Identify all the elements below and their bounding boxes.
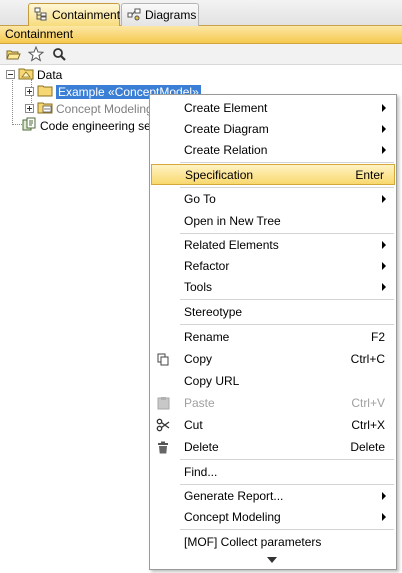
menu-item-generate-report[interactable]: Generate Report... xyxy=(151,485,395,506)
submenu-arrow-icon xyxy=(382,195,386,203)
tab-label: Diagrams xyxy=(145,8,197,22)
diagrams-icon xyxy=(127,7,141,24)
menu-item-shortcut: Delete xyxy=(350,439,385,454)
menu-item-concept-modeling[interactable]: Concept Modeling xyxy=(151,506,395,527)
submenu-arrow-icon xyxy=(382,125,386,133)
menu-separator xyxy=(180,299,394,300)
tree-item-concept-modeling-profile[interactable]: Concept Modeling I xyxy=(25,100,159,117)
menu-separator xyxy=(180,162,394,163)
menu-separator xyxy=(180,324,394,325)
search-icon[interactable] xyxy=(51,46,67,62)
tree-item-data[interactable]: Data xyxy=(6,66,62,83)
package-icon xyxy=(37,84,53,100)
code-engineering-icon xyxy=(22,117,37,134)
delete-icon xyxy=(155,439,171,455)
tab-containment[interactable]: Containment xyxy=(28,3,120,26)
menu-item-label: Tools xyxy=(184,279,213,294)
tab-label: Containment xyxy=(52,8,121,22)
menu-item-rename[interactable]: Rename F2 xyxy=(151,326,395,347)
containment-tree-icon xyxy=(34,7,48,24)
tree-item-label: Data xyxy=(37,67,63,82)
submenu-arrow-icon xyxy=(382,283,386,291)
menu-item-label: Specification xyxy=(185,167,254,182)
toolbar xyxy=(0,44,402,65)
menu-item-label: Open in New Tree xyxy=(184,213,281,228)
collapse-toggle[interactable] xyxy=(6,70,15,79)
menu-item-create-relation[interactable]: Create Relation xyxy=(151,139,395,160)
tree-item-label: Concept Modeling I xyxy=(56,101,160,116)
menu-item-label: Create Relation xyxy=(184,142,268,157)
tab-strip: Containment Diagrams xyxy=(0,0,402,26)
star-icon[interactable] xyxy=(28,46,44,62)
menu-item-label: Copy URL xyxy=(184,373,240,388)
menu-item-label: Rename xyxy=(184,329,230,344)
menu-item-shortcut: Ctrl+C xyxy=(350,351,385,366)
menu-item-open-in-new-tree[interactable]: Open in New Tree xyxy=(151,210,395,231)
menu-item-label: Create Diagram xyxy=(184,121,269,136)
tree-item-code-engineering-sets[interactable]: Code engineering sets xyxy=(22,117,160,134)
tab-diagrams[interactable]: Diagrams xyxy=(121,3,199,26)
submenu-arrow-icon xyxy=(382,241,386,249)
cut-icon xyxy=(155,417,171,433)
context-menu: Create Element Create Diagram Create Rel… xyxy=(149,94,397,570)
menu-item-label: Go To xyxy=(184,191,216,206)
paste-icon xyxy=(155,395,171,411)
menu-separator xyxy=(180,529,394,530)
tree-connector xyxy=(12,124,22,125)
menu-item-label: Find... xyxy=(184,464,218,479)
menu-item-label: Paste xyxy=(184,395,215,410)
menu-item-tools[interactable]: Tools xyxy=(151,276,395,297)
submenu-arrow-icon xyxy=(382,513,386,521)
tree-connector xyxy=(12,78,13,125)
menu-item-label: Stereotype xyxy=(184,304,243,319)
menu-item-label: Cut xyxy=(184,417,203,432)
submenu-arrow-icon xyxy=(382,104,386,112)
menu-item-label: Copy xyxy=(184,351,213,366)
expand-toggle[interactable] xyxy=(25,104,34,113)
submenu-arrow-icon xyxy=(382,146,386,154)
menu-item-label: Generate Report... xyxy=(184,488,284,503)
menu-item-stereotype[interactable]: Stereotype xyxy=(151,301,395,322)
menu-item-paste[interactable]: Paste Ctrl+V xyxy=(151,392,395,413)
profile-icon xyxy=(37,101,53,117)
copy-icon xyxy=(155,351,171,367)
tree-item-label: Code engineering sets xyxy=(40,118,161,133)
menu-item-label: Refactor xyxy=(184,258,230,273)
menu-item-create-diagram[interactable]: Create Diagram xyxy=(151,118,395,139)
menu-item-delete[interactable]: Delete Delete xyxy=(151,436,395,457)
menu-item-label: [MOF] Collect parameters xyxy=(184,534,322,549)
menu-item-refactor[interactable]: Refactor xyxy=(151,255,395,276)
menu-item-find[interactable]: Find... xyxy=(151,461,395,482)
menu-item-label: Create Element xyxy=(184,100,268,115)
expand-toggle[interactable] xyxy=(25,87,34,96)
menu-item-shortcut: Ctrl+V xyxy=(351,395,385,410)
menu-item-specification[interactable]: Specification Enter xyxy=(151,164,395,185)
submenu-arrow-icon xyxy=(382,492,386,500)
panel-title: Containment xyxy=(0,26,402,44)
menu-item-cut[interactable]: Cut Ctrl+X xyxy=(151,414,395,435)
menu-item-mof-collect-parameters[interactable]: [MOF] Collect parameters xyxy=(151,531,395,552)
menu-item-shortcut: Enter xyxy=(355,167,384,182)
scroll-down-arrow-icon[interactable] xyxy=(267,557,277,563)
menu-item-shortcut: Ctrl+X xyxy=(351,417,385,432)
menu-item-copy-url[interactable]: Copy URL xyxy=(151,370,395,391)
menu-item-label: Concept Modeling xyxy=(184,509,281,524)
menu-item-label: Related Elements xyxy=(184,237,279,252)
menu-item-copy[interactable]: Copy Ctrl+C xyxy=(151,348,395,369)
submenu-arrow-icon xyxy=(382,262,386,270)
menu-item-label: Delete xyxy=(184,439,219,454)
menu-item-shortcut: F2 xyxy=(370,329,385,344)
menu-item-related-elements[interactable]: Related Elements xyxy=(151,234,395,255)
menu-separator xyxy=(180,459,394,460)
package-icon xyxy=(18,67,34,83)
menu-item-create-element[interactable]: Create Element xyxy=(151,97,395,118)
open-folder-icon[interactable] xyxy=(5,46,21,62)
menu-item-go-to[interactable]: Go To xyxy=(151,188,395,209)
